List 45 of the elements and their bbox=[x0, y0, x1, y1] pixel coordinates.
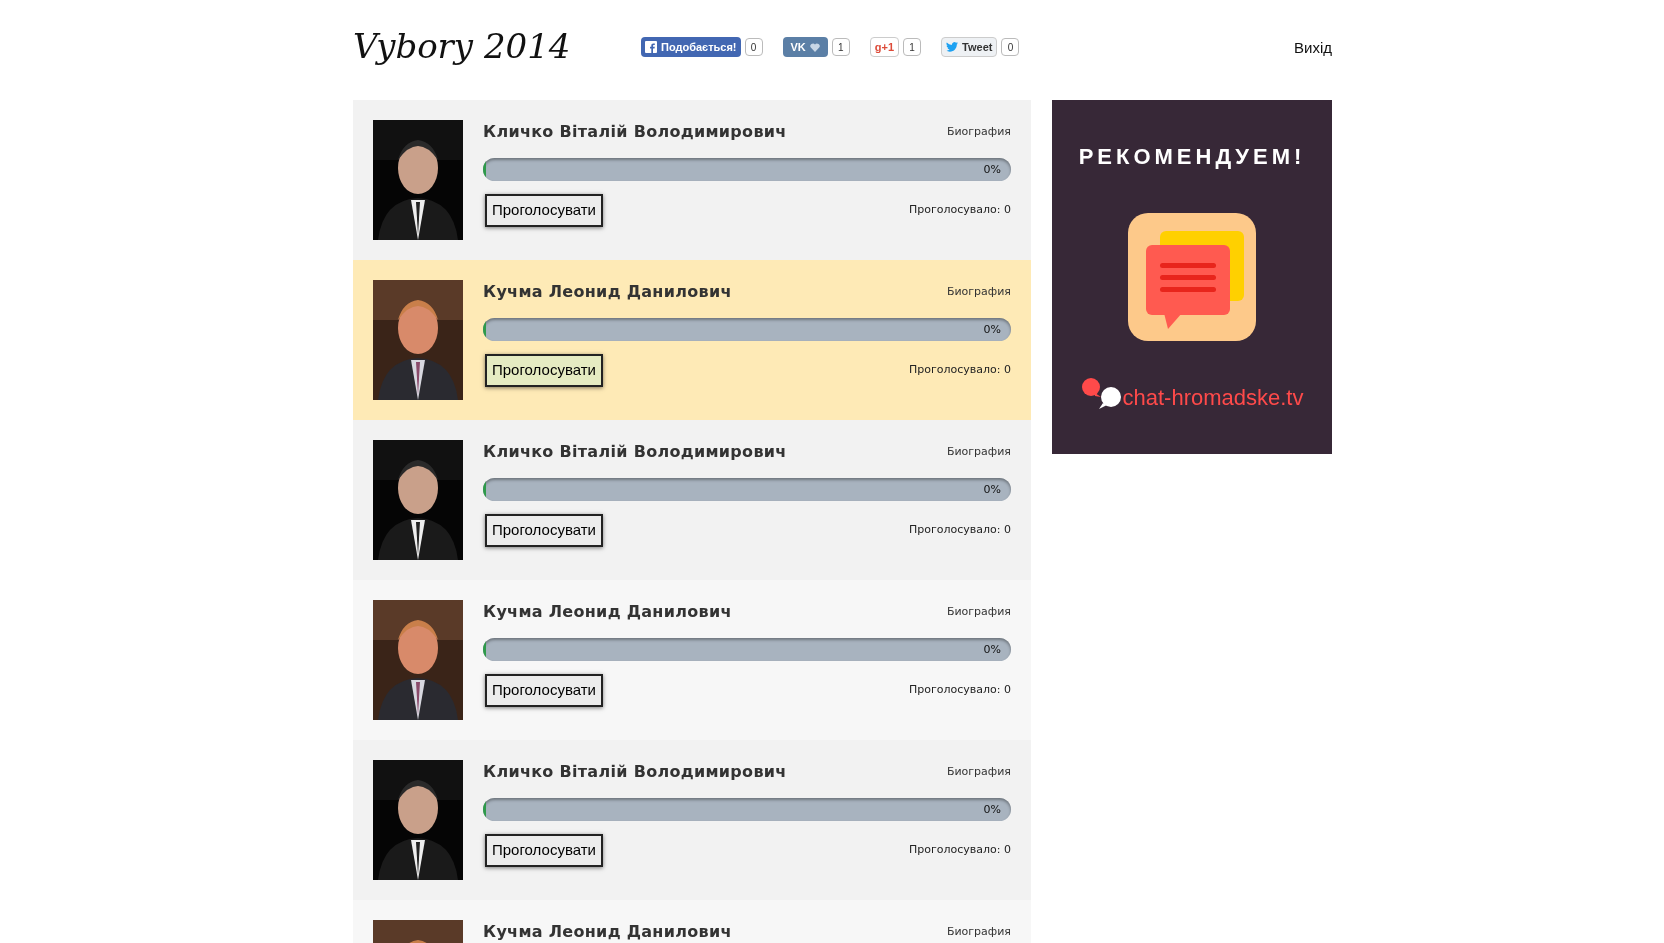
biography-link[interactable]: Биография bbox=[946, 604, 1011, 621]
candidate-name: Кучма Леонид Данилович bbox=[483, 281, 732, 303]
candidate-name: Кучма Леонид Данилович bbox=[483, 601, 732, 623]
bird-icon bbox=[946, 42, 959, 52]
biography-link[interactable]: Биография bbox=[946, 764, 1011, 781]
vote-button[interactable]: Проголосувати bbox=[485, 354, 603, 387]
ad-title: РЕКОМЕНДУЕМ! bbox=[1078, 143, 1306, 171]
biography-link[interactable]: Биография bbox=[946, 284, 1011, 301]
candidate-name: Кучма Леонид Данилович bbox=[483, 921, 732, 943]
heart-icon bbox=[809, 42, 820, 52]
vote-button[interactable]: Проголосувати bbox=[485, 194, 603, 227]
vk-like-button[interactable]: VK bbox=[782, 37, 828, 57]
vote-button[interactable]: Проголосувати bbox=[485, 674, 603, 707]
candidate-name: Кличко Віталій Володимирович bbox=[483, 761, 787, 783]
vote-button[interactable]: Проголосувати bbox=[485, 834, 603, 867]
biography-link[interactable]: Биография bbox=[946, 924, 1011, 941]
vote-count: Проголосувало: 0 bbox=[909, 522, 1011, 539]
candidate-name: Кличко Віталій Володимирович bbox=[483, 121, 787, 143]
candidate-name: Кличко Віталій Володимирович bbox=[483, 441, 787, 463]
chat-app-icon bbox=[1128, 213, 1256, 341]
share-count: 1 bbox=[831, 38, 850, 56]
progress-percent: 0% bbox=[983, 322, 1001, 338]
ad-brand: chat-hromadske.tv bbox=[1122, 387, 1304, 409]
vote-count: Проголосувало: 0 bbox=[909, 362, 1011, 379]
vote-button[interactable]: Проголосувати bbox=[485, 514, 603, 547]
progress-percent: 0% bbox=[983, 642, 1001, 658]
logout-link[interactable]: Вихід bbox=[1294, 36, 1332, 60]
progress-percent: 0% bbox=[983, 162, 1001, 178]
tweet-button[interactable]: Tweet bbox=[941, 37, 998, 57]
biography-link[interactable]: Биография bbox=[946, 124, 1011, 141]
like-button[interactable]: Подобається! bbox=[641, 37, 741, 57]
vote-count: Проголосувало: 0 bbox=[909, 682, 1011, 699]
share-count: 1 bbox=[903, 38, 922, 56]
plus-one-button[interactable]: g+1 bbox=[869, 37, 900, 57]
speech-bubbles-icon bbox=[1080, 377, 1123, 409]
ad-banner[interactable]: РЕКОМЕНДУЕМ! chat-hromadske.tv bbox=[1052, 100, 1332, 454]
progress-percent: 0% bbox=[983, 482, 1001, 498]
progress-percent: 0% bbox=[983, 802, 1001, 818]
share-count: 0 bbox=[1001, 38, 1020, 56]
vote-count: Проголосувало: 0 bbox=[909, 842, 1011, 859]
site-title[interactable]: Vybory 2014 bbox=[353, 20, 613, 72]
facebook-icon bbox=[645, 41, 657, 53]
share-count: 0 bbox=[744, 38, 763, 56]
vote-count: Проголосувало: 0 bbox=[909, 202, 1011, 219]
biography-link[interactable]: Биография bbox=[946, 444, 1011, 461]
